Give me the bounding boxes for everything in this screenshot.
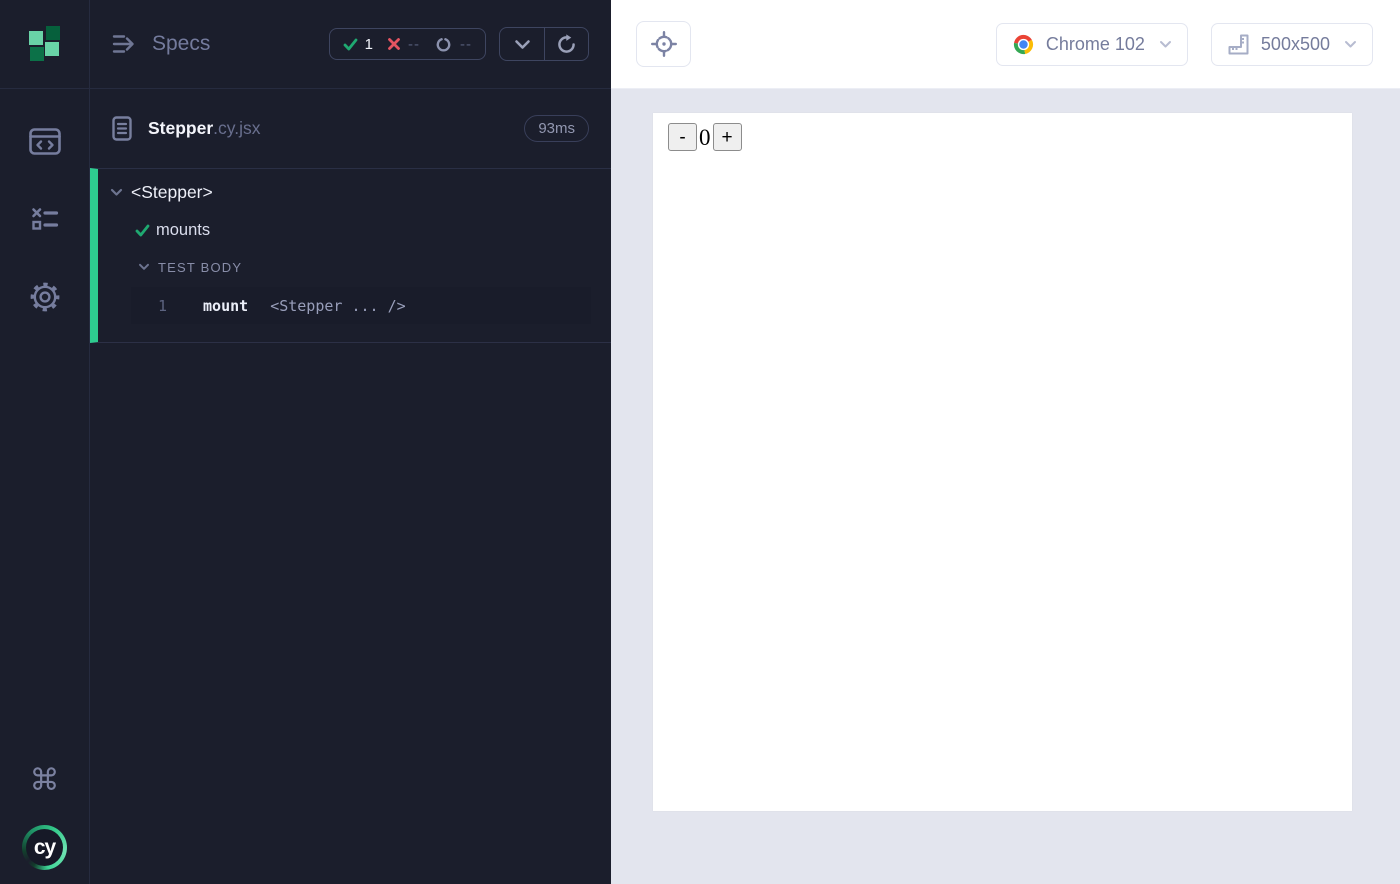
chevron-down-icon	[1344, 40, 1357, 49]
chevron-down-icon	[110, 188, 123, 197]
stat-passed: 1	[343, 36, 373, 53]
logo-square	[46, 26, 60, 40]
viewport-size-label: 500x500	[1261, 34, 1330, 55]
browser-select-dropdown[interactable]: Chrome 102	[996, 23, 1188, 66]
sidebar-item-specs[interactable]	[23, 119, 67, 163]
stepper-decrement-button[interactable]: -	[668, 123, 697, 151]
aut-stage: - 0 +	[611, 89, 1400, 884]
passed-count: 1	[365, 36, 373, 53]
chevron-down-icon	[514, 39, 531, 50]
chrome-icon	[1012, 33, 1035, 56]
test-title: mounts	[156, 221, 210, 240]
test-body-section-row[interactable]: TEST BODY	[98, 249, 611, 285]
command-message: <Stepper ... />	[270, 297, 405, 315]
stat-restarted: --	[434, 35, 472, 54]
spec-file-name: Stepper.cy.jsx	[148, 118, 260, 139]
refresh-icon	[555, 33, 578, 56]
cypress-app: ⌘ cy Specs	[0, 0, 1400, 884]
aut-header-dropdowns: Chrome 102 500	[996, 23, 1373, 66]
sidebar-bottom: ⌘ cy	[22, 759, 67, 884]
spec-file-row[interactable]: Stepper.cy.jsx 93ms	[90, 89, 611, 168]
check-icon	[343, 38, 358, 51]
spec-document-icon	[112, 116, 132, 141]
keyboard-shortcuts-button[interactable]: ⌘	[23, 759, 67, 803]
command-method: mount	[203, 297, 248, 315]
specs-header: Specs 1 -- -	[90, 0, 611, 89]
cy-logo-text: cy	[26, 829, 63, 866]
sidebar-nav	[23, 89, 67, 319]
specs-panel-title: Specs	[152, 32, 210, 56]
specs-panel: Specs 1 -- -	[90, 0, 611, 884]
chevron-down-icon	[138, 263, 150, 271]
command-line-number: 1	[131, 297, 167, 315]
gear-icon	[29, 281, 61, 313]
aut-area: Chrome 102 500	[611, 0, 1400, 884]
cypress-cy-logo-button[interactable]: cy	[22, 825, 67, 870]
rerun-tests-button[interactable]	[544, 28, 588, 60]
sidebar-item-settings[interactable]	[23, 275, 67, 319]
aut-header: Chrome 102 500	[611, 0, 1400, 89]
logo-square	[45, 42, 59, 56]
crosshair-icon	[650, 30, 678, 58]
spec-base-name: Stepper	[148, 118, 213, 138]
collapse-all-button[interactable]	[500, 28, 544, 60]
sidebar-logo-area	[0, 0, 89, 89]
code-window-icon	[29, 128, 61, 155]
logo-square	[30, 47, 44, 61]
spec-extension: .cy.jsx	[213, 118, 260, 138]
command-log-row[interactable]: 1 mount <Stepper ... />	[131, 287, 591, 324]
viewport-size-dropdown[interactable]: 500x500	[1211, 23, 1373, 66]
test-body-label: TEST BODY	[158, 260, 242, 275]
selector-playground-button[interactable]	[636, 21, 691, 67]
spec-duration-badge: 93ms	[524, 115, 589, 142]
x-icon	[387, 37, 401, 51]
aut-viewport-iframe: - 0 +	[653, 113, 1352, 811]
restart-icon	[434, 35, 453, 54]
reporter-header-buttons	[499, 27, 589, 61]
stepper-increment-button[interactable]: +	[713, 123, 742, 151]
suite-row[interactable]: <Stepper>	[98, 173, 611, 211]
menu-expand-icon[interactable]	[112, 32, 139, 56]
stat-failed: --	[387, 36, 420, 53]
test-list-icon	[30, 206, 60, 232]
browser-label: Chrome 102	[1046, 34, 1145, 55]
suite-title: <Stepper>	[131, 182, 213, 203]
command-key-icon: ⌘	[30, 766, 60, 796]
chevron-down-icon	[1159, 40, 1172, 49]
sidebar-item-runs[interactable]	[23, 197, 67, 241]
failed-count: --	[408, 36, 420, 53]
stepper-value: 0	[698, 126, 712, 149]
restarted-count: --	[460, 36, 472, 53]
logo-square	[29, 31, 43, 45]
icon-sidebar: ⌘ cy	[0, 0, 90, 884]
ruler-icon	[1227, 33, 1250, 56]
test-row[interactable]: mounts	[98, 211, 611, 249]
active-spec-test-tree: <Stepper> mounts TEST BODY 1 mount <Step…	[90, 168, 611, 343]
test-stats: 1 -- --	[329, 28, 486, 60]
cypress-app-logo-icon	[29, 26, 60, 62]
stepper-component: - 0 +	[653, 113, 1352, 151]
check-icon	[135, 224, 150, 237]
